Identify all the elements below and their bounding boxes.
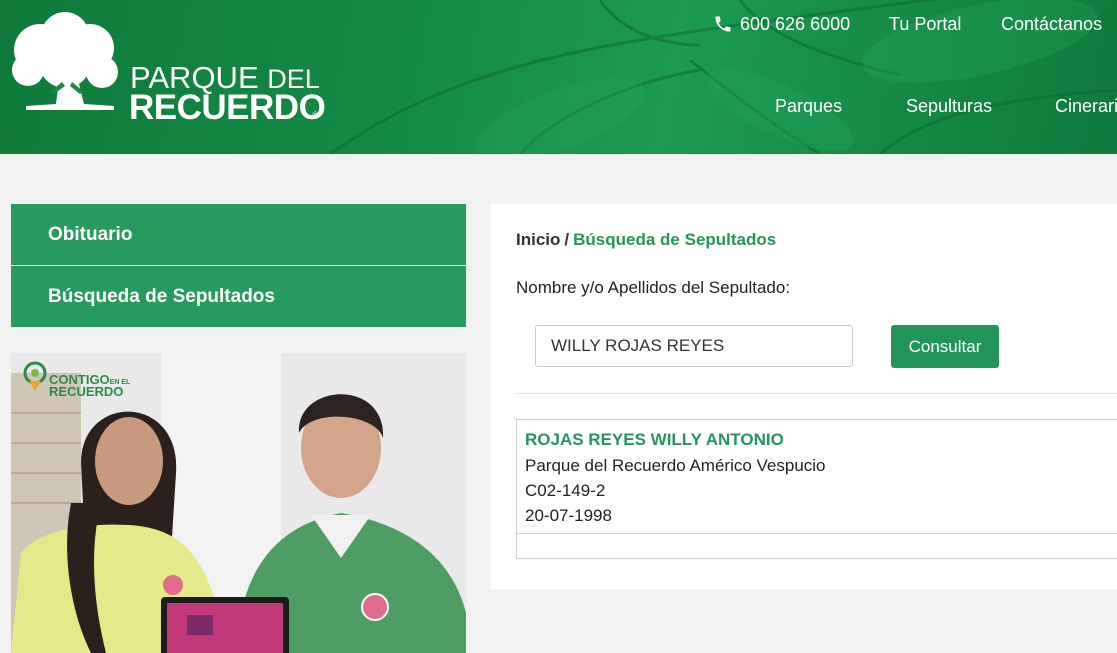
registered-mark: ®: [312, 110, 319, 120]
phone-number: 600 626 6000: [740, 13, 851, 34]
phone-icon: [715, 16, 731, 32]
breadcrumb-separator: /: [564, 230, 570, 249]
search-panel: Inicio / Búsqueda de Sepultados Nombre y/o…: [491, 204, 1117, 589]
contigo-logo-icon: [23, 361, 47, 391]
nav-contactanos[interactable]: Contáctanos: [1001, 12, 1102, 36]
logo-text-bottom: RECUERDO: [129, 88, 326, 127]
result-table: ROJAS REYES WILLY ANTONIO Parque del Rec…: [516, 419, 1117, 559]
tree-icon: [12, 12, 118, 110]
contigo-banner-image[interactable]: CONTIGOEN EL RECUERDO: [11, 353, 466, 653]
result-park: Parque del Recuerdo Américo Vespucio: [525, 456, 826, 475]
divider: [516, 393, 1117, 394]
table-row: ROJAS REYES WILLY ANTONIO Parque del Rec…: [517, 420, 1117, 534]
phone-link[interactable]: 600 626 6000: [713, 12, 850, 36]
sidebar-item-obituario[interactable]: Obituario: [11, 204, 466, 265]
nav-cinerarios[interactable]: Cinerarios: [1055, 95, 1117, 117]
search-input[interactable]: [535, 325, 853, 367]
breadcrumb-current: Búsqueda de Sepultados: [573, 230, 777, 249]
breadcrumb-home[interactable]: Inicio: [516, 230, 560, 249]
search-label: Nombre y/o Apellidos del Sepultado:: [516, 278, 791, 297]
result-date: 20-07-1998: [525, 506, 612, 525]
site-header: PARQUE DEL RECUERDO ® 600 626 6000 Tu Po…: [0, 0, 1117, 154]
sidebar-menu: Obituario Búsqueda de Sepultados: [11, 204, 466, 327]
nav-sepulturas[interactable]: Sepulturas: [906, 95, 992, 117]
contigo-logo-text-2: RECUERDO: [49, 384, 124, 399]
site-logo[interactable]: PARQUE DEL RECUERDO ®: [10, 12, 330, 125]
sidebar-item-busqueda[interactable]: Búsqueda de Sepultados: [11, 265, 466, 327]
result-location: C02-149-2: [525, 481, 606, 500]
nav-parques[interactable]: Parques: [775, 95, 842, 117]
consultar-button[interactable]: Consultar: [891, 325, 999, 368]
nav-tu-portal[interactable]: Tu Portal: [889, 12, 961, 36]
breadcrumb: Inicio / Búsqueda de Sepultados: [516, 230, 776, 250]
result-name: ROJAS REYES WILLY ANTONIO: [525, 430, 784, 449]
